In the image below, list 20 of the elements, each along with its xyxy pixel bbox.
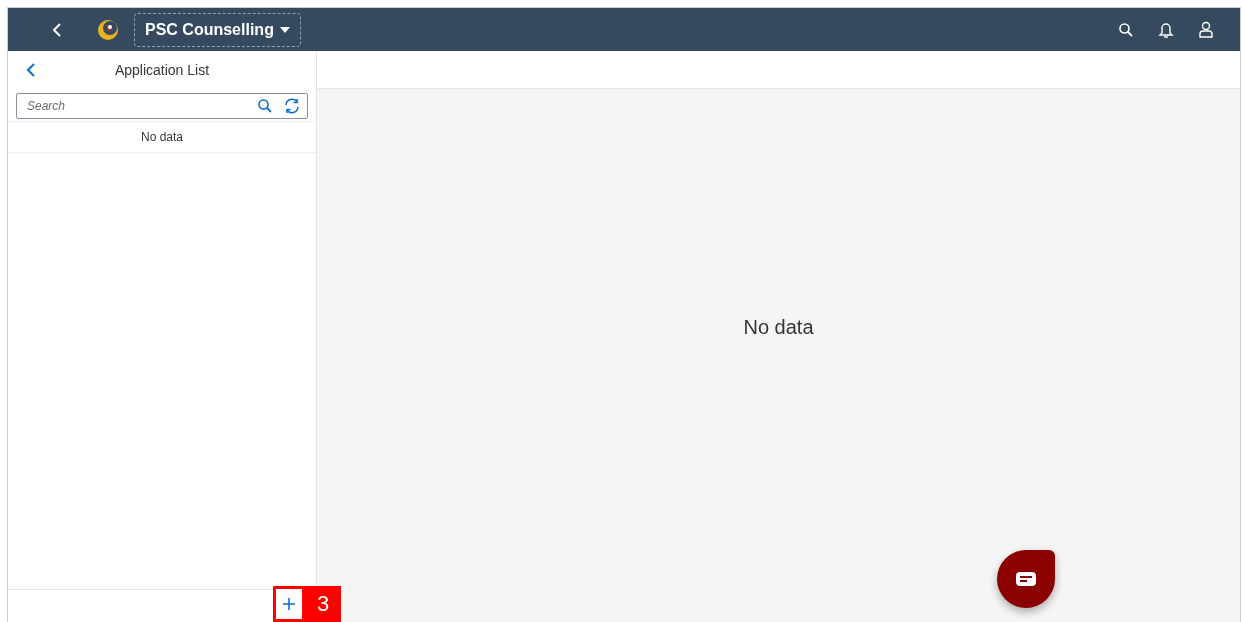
app-title-menu[interactable]: PSC Counselling — [134, 12, 301, 47]
search-field[interactable]: Search — [16, 93, 308, 119]
search-icon[interactable] — [257, 98, 273, 114]
callout-number: 3 — [305, 586, 341, 622]
empty-list-text: No data — [8, 121, 316, 153]
add-button[interactable] — [273, 586, 305, 622]
chat-icon — [1015, 571, 1037, 587]
refresh-icon[interactable] — [283, 97, 301, 115]
empty-detail-text: No data — [743, 316, 814, 339]
user-icon — [1198, 20, 1214, 39]
chevron-left-icon — [26, 62, 36, 78]
plus-icon — [282, 597, 296, 611]
bell-icon — [1158, 20, 1174, 39]
chevron-left-icon — [51, 21, 63, 38]
chat-button[interactable] — [997, 550, 1055, 608]
search-input[interactable]: Search — [17, 98, 247, 114]
panel-title: Application List — [114, 62, 210, 78]
caret-icon — [279, 26, 290, 33]
logo-icon — [96, 17, 120, 42]
search-icon — [1118, 21, 1134, 38]
